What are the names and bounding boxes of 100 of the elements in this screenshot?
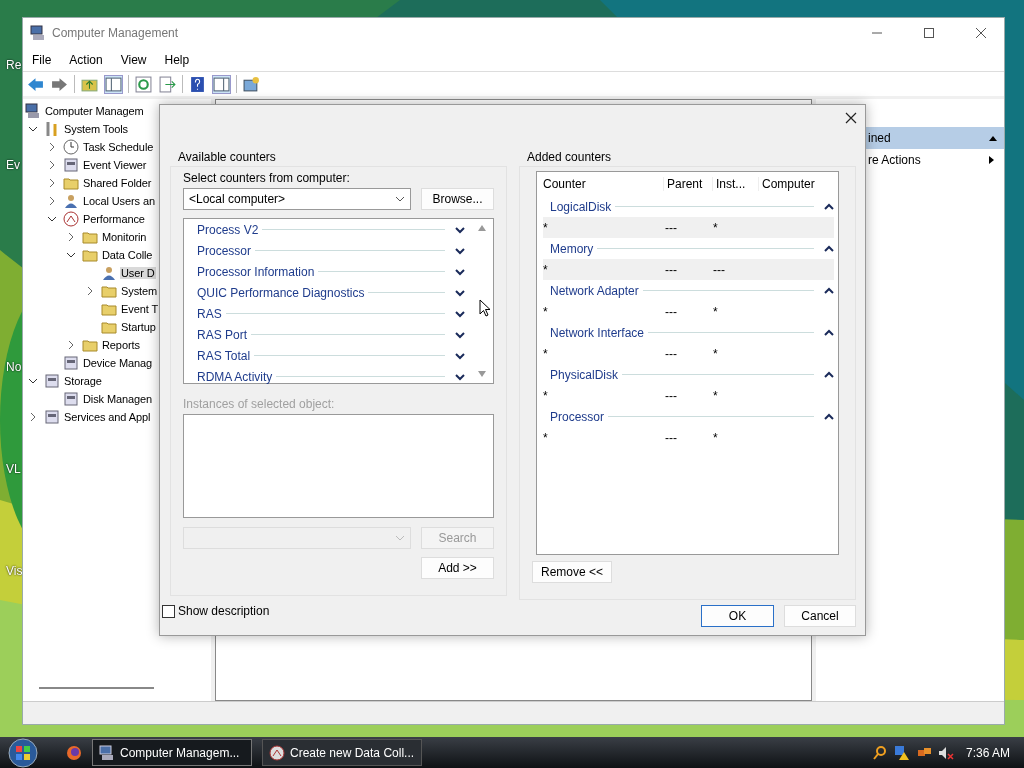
chevron-down-icon[interactable] (455, 288, 465, 297)
taskbar-button[interactable]: Computer Managem... (92, 739, 252, 766)
chevron-right-icon[interactable] (47, 142, 57, 152)
tree-item[interactable]: Computer Managem (44, 105, 145, 117)
tree-item[interactable]: Data Colle (101, 249, 154, 261)
chevron-right-icon[interactable] (66, 340, 76, 350)
chevron-down-icon[interactable] (47, 214, 57, 224)
desktop-icon-label[interactable]: VL (6, 462, 21, 476)
browse-button[interactable]: Browse... (421, 188, 494, 210)
chevron-down-icon[interactable] (455, 309, 465, 318)
security-warning-icon[interactable] (893, 744, 910, 761)
tree-item[interactable]: Event Viewer (82, 159, 148, 171)
tree-pane-icon[interactable] (104, 74, 123, 94)
start-button[interactable] (8, 737, 38, 768)
desktop-icon-label[interactable]: No (6, 360, 22, 374)
desktop-icon-label[interactable]: Ev (6, 158, 20, 172)
tree-item[interactable]: Storage (63, 375, 103, 387)
tree-item[interactable]: Shared Folder (82, 177, 153, 189)
chevron-up-icon[interactable] (824, 244, 834, 253)
chevron-down-icon[interactable] (455, 330, 465, 339)
ok-button[interactable]: OK (701, 605, 774, 627)
counter-group[interactable]: Processor (550, 409, 605, 424)
checkbox[interactable] (162, 604, 175, 618)
counter-group[interactable]: Memory (550, 241, 594, 256)
column-header[interactable]: Counter (543, 177, 663, 191)
chevron-down-icon[interactable] (455, 372, 465, 381)
counter-row[interactable]: * --- * (543, 427, 834, 448)
cancel-button[interactable]: Cancel (784, 605, 856, 627)
maximize-icon[interactable] (924, 28, 934, 38)
counter-group[interactable]: Network Interface (550, 325, 645, 340)
counter-object[interactable]: Processor Information (197, 264, 315, 279)
counter-row[interactable]: * --- * (543, 301, 834, 322)
counter-object[interactable]: RAS (197, 306, 222, 321)
tree-item[interactable]: Disk Managen (82, 393, 154, 405)
tree-item[interactable]: User D (120, 267, 156, 279)
column-header[interactable]: Parent (663, 177, 712, 191)
counter-group[interactable]: LogicalDisk (550, 199, 612, 214)
chevron-down-icon[interactable] (455, 225, 465, 234)
column-header[interactable]: Inst... (712, 177, 758, 191)
tree-item[interactable]: Event T (120, 303, 159, 315)
chevron-right-icon[interactable] (47, 178, 57, 188)
computer-dropdown[interactable]: <Local computer> (183, 188, 411, 210)
tree-item[interactable]: Task Schedule (82, 141, 155, 153)
counter-object[interactable]: Processor (197, 243, 252, 258)
scroll-down-icon[interactable] (477, 370, 487, 378)
column-header[interactable]: Computer (758, 177, 815, 191)
chevron-down-icon[interactable] (66, 250, 76, 260)
properties-icon[interactable] (242, 74, 261, 94)
export-icon[interactable] (158, 74, 177, 94)
taskbar-button[interactable]: Create new Data Coll... (262, 739, 422, 766)
browser-icon[interactable] (66, 744, 82, 761)
chevron-down-icon[interactable] (28, 124, 38, 134)
refresh-icon[interactable] (134, 74, 153, 94)
chevron-up-icon[interactable] (824, 286, 834, 295)
menu-item[interactable]: Action (69, 52, 103, 67)
help-icon[interactable] (188, 74, 207, 94)
tree-item[interactable]: Reports (101, 339, 141, 351)
chevron-right-icon[interactable] (28, 412, 38, 422)
chevron-right-icon[interactable] (47, 160, 57, 170)
tree-item[interactable]: Device Manag (82, 357, 154, 369)
counter-row[interactable]: * --- * (543, 343, 834, 364)
tree-item[interactable]: Local Users an (82, 195, 156, 207)
chevron-up-icon[interactable] (824, 370, 834, 379)
counter-group[interactable]: Network Adapter (550, 283, 639, 298)
search-field[interactable] (183, 527, 411, 549)
chevron-right-icon[interactable] (66, 232, 76, 242)
menu-item[interactable]: View (120, 52, 147, 67)
tree-item[interactable]: Services and Appl (63, 411, 152, 423)
chevron-down-icon[interactable] (455, 246, 465, 255)
tree-item[interactable]: Monitorin (101, 231, 148, 243)
chevron-up-icon[interactable] (824, 412, 834, 421)
scroll-up-icon[interactable] (477, 224, 487, 232)
counter-row[interactable]: * --- * (543, 385, 834, 406)
counter-object[interactable]: RAS Port (197, 327, 247, 342)
counter-object[interactable]: RAS Total (197, 348, 251, 363)
instances-list[interactable] (183, 414, 494, 518)
counter-object[interactable]: Process V2 (197, 222, 259, 237)
close-icon[interactable] (845, 112, 857, 124)
remove-button[interactable]: Remove << (532, 561, 613, 583)
chevron-down-icon[interactable] (455, 267, 465, 276)
tree-item[interactable]: Performance (82, 213, 146, 225)
chevron-down-icon[interactable] (455, 351, 465, 360)
add-button[interactable]: Add >> (421, 557, 494, 579)
chevron-down-icon[interactable] (28, 376, 38, 386)
counter-group[interactable]: PhysicalDisk (550, 367, 618, 382)
tree-item[interactable]: System Tools (63, 123, 129, 135)
chevron-right-icon[interactable] (85, 286, 95, 296)
counter-row[interactable]: * --- * (543, 217, 834, 238)
chevron-up-icon[interactable] (824, 202, 834, 211)
chevron-right-icon[interactable] (47, 196, 57, 206)
desktop-icon-label[interactable]: Re (6, 58, 22, 72)
counter-object[interactable]: QUIC Performance Diagnostics (197, 285, 365, 300)
tree-item[interactable]: System (120, 285, 159, 297)
counter-row[interactable]: * --- --- (543, 259, 834, 280)
menu-item[interactable]: Help (164, 52, 190, 67)
counter-object[interactable]: RDMA Activity (197, 369, 273, 384)
action-pane-icon[interactable] (212, 74, 231, 94)
search-icon[interactable] (871, 744, 888, 761)
menu-item[interactable]: File (32, 52, 52, 67)
chevron-up-icon[interactable] (824, 328, 834, 337)
